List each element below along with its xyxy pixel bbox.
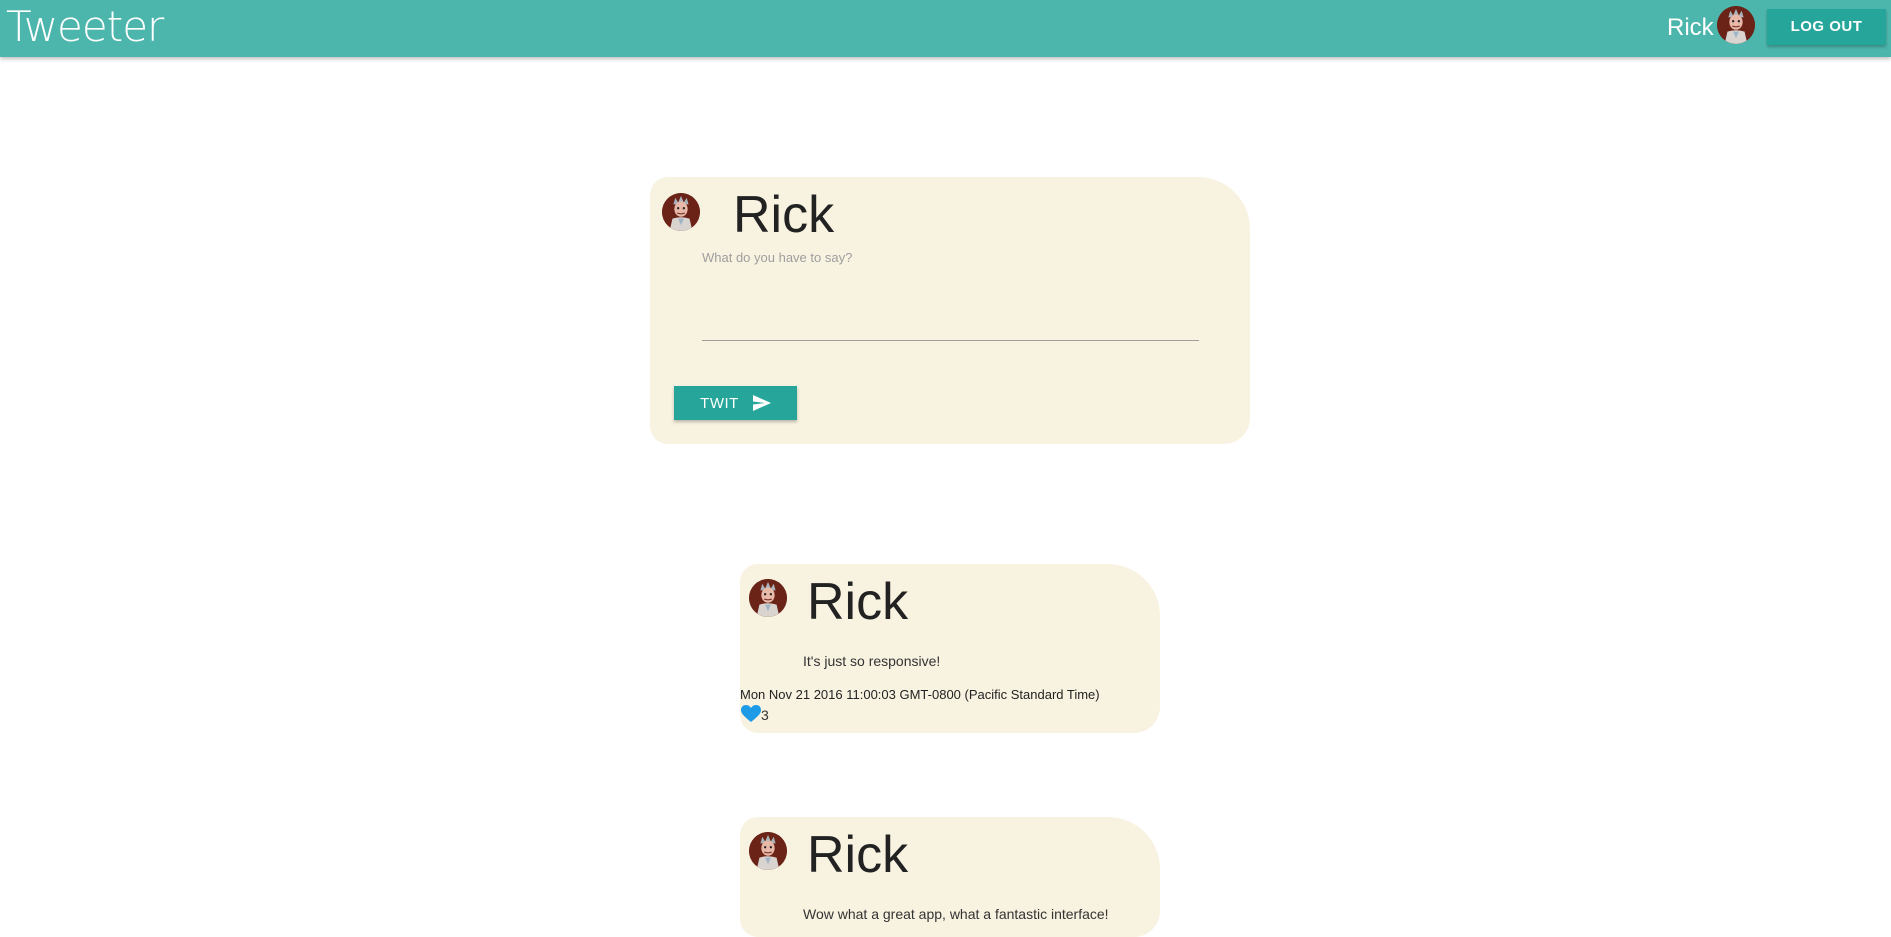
tweet-text: It's just so responsive! bbox=[803, 653, 941, 669]
tweet-author: Rick bbox=[807, 573, 909, 631]
app-brand[interactable]: Tweeter bbox=[6, 2, 164, 51]
tweet-card: Rick It's just so responsive! Mon Nov 21… bbox=[740, 564, 1160, 733]
tweet-avatar bbox=[749, 579, 787, 617]
tweet-text: Wow what a great app, what a fantastic i… bbox=[803, 906, 1109, 922]
like-count: 3 bbox=[761, 707, 769, 723]
twit-button-label: TWIT bbox=[700, 394, 739, 412]
tweet-timestamp: Mon Nov 21 2016 11:00:03 GMT-0800 (Pacif… bbox=[740, 687, 1100, 702]
tweet-avatar bbox=[749, 832, 787, 870]
twit-button[interactable]: TWIT bbox=[674, 386, 797, 420]
tweet-author: Rick bbox=[807, 826, 909, 884]
tweet-input[interactable]: What do you have to say? bbox=[702, 250, 852, 265]
tweet-composer: Rick What do you have to say? TWIT bbox=[650, 177, 1250, 444]
logout-button[interactable]: LOG OUT bbox=[1767, 9, 1886, 45]
current-user-name: Rick bbox=[1667, 14, 1714, 41]
composer-user-name: Rick bbox=[733, 186, 835, 244]
composer-avatar bbox=[662, 193, 700, 231]
heart-icon[interactable] bbox=[741, 705, 761, 723]
user-avatar bbox=[1717, 6, 1755, 44]
tweet-card: Rick Wow what a great app, what a fantas… bbox=[740, 817, 1160, 937]
send-icon bbox=[752, 395, 771, 411]
like-control[interactable]: 3 bbox=[741, 705, 769, 723]
tweet-input-underline bbox=[702, 340, 1199, 341]
app-header: Tweeter Rick LOG OUT bbox=[0, 0, 1891, 57]
